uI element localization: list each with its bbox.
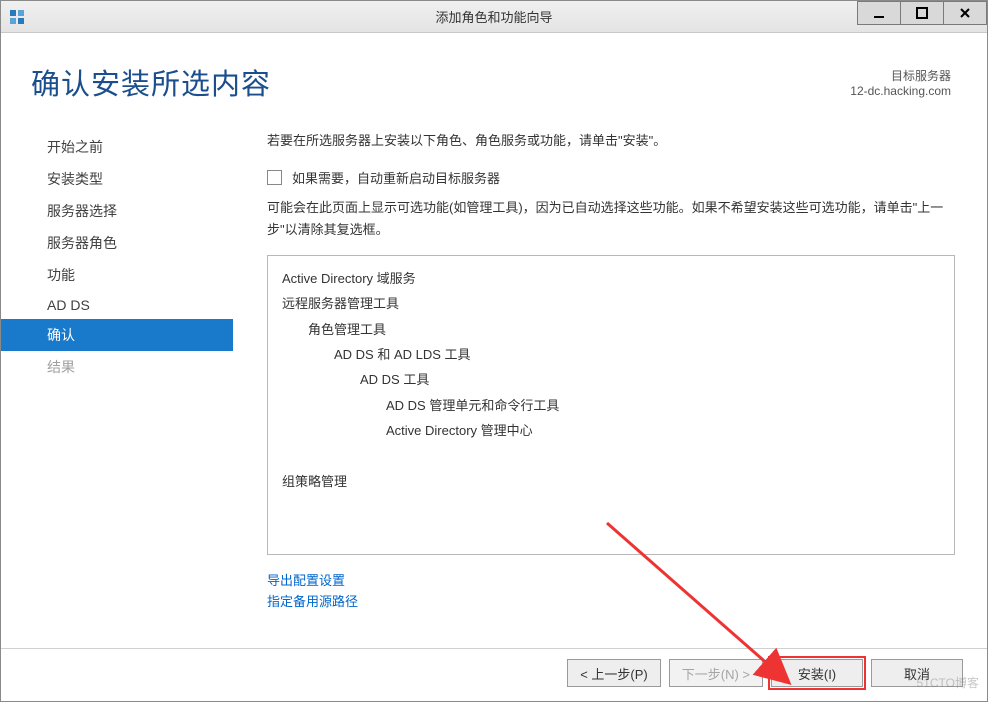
target-label: 目标服务器	[850, 67, 951, 84]
export-config-link[interactable]: 导出配置设置	[267, 573, 345, 588]
sidebar-item-confirmation[interactable]: 确认	[1, 319, 233, 351]
sidebar-item-server-roles[interactable]: 服务器角色	[1, 227, 233, 259]
minimize-button[interactable]	[857, 1, 901, 25]
list-item: AD DS 工具	[282, 367, 940, 392]
list-item: 角色管理工具	[282, 317, 940, 342]
install-button[interactable]: 安装(I)	[771, 659, 863, 687]
window-title: 添加角色和功能向导	[1, 7, 987, 26]
list-item: Active Directory 管理中心	[282, 418, 940, 443]
close-button[interactable]	[943, 1, 987, 25]
next-button: 下一步(N) >	[669, 659, 763, 687]
list-item: 远程服务器管理工具	[282, 291, 940, 316]
titlebar: 添加角色和功能向导	[1, 1, 987, 33]
sidebar-item-features[interactable]: 功能	[1, 259, 233, 291]
intro-text: 若要在所选服务器上安装以下角色、角色服务或功能，请单击"安装"。	[267, 131, 955, 152]
sidebar-item-adds[interactable]: AD DS	[1, 291, 233, 319]
list-item: Active Directory 域服务	[282, 266, 940, 291]
auto-restart-label: 如果需要，自动重新启动目标服务器	[292, 168, 500, 187]
wizard-sidebar: 开始之前 安装类型 服务器选择 服务器角色 功能 AD DS 确认 结果	[1, 131, 233, 648]
list-item	[282, 443, 940, 468]
sidebar-item-server-selection[interactable]: 服务器选择	[1, 195, 233, 227]
sidebar-item-installation-type[interactable]: 安装类型	[1, 163, 233, 195]
sidebar-item-results: 结果	[1, 351, 233, 383]
sidebar-item-before-you-begin[interactable]: 开始之前	[1, 131, 233, 163]
wizard-footer: < 上一步(P) 下一步(N) > 安装(I) 取消	[1, 648, 987, 701]
note-text: 可能会在此页面上显示可选功能(如管理工具)，因为已自动选择这些功能。如果不希望安…	[267, 197, 955, 241]
list-item: AD DS 管理单元和命令行工具	[282, 393, 940, 418]
previous-button[interactable]: < 上一步(P)	[567, 659, 661, 687]
app-icon	[9, 9, 25, 25]
list-item: 组策略管理	[282, 469, 940, 494]
install-list: Active Directory 域服务 远程服务器管理工具 角色管理工具 AD…	[267, 255, 955, 555]
auto-restart-checkbox[interactable]	[267, 170, 282, 185]
alt-source-link[interactable]: 指定备用源路径	[267, 594, 358, 609]
target-value: 12-dc.hacking.com	[850, 84, 951, 98]
cancel-button[interactable]: 取消	[871, 659, 963, 687]
list-item: AD DS 和 AD LDS 工具	[282, 342, 940, 367]
maximize-button[interactable]	[900, 1, 944, 25]
page-title: 确认安装所选内容	[31, 61, 271, 103]
target-server-block: 目标服务器 12-dc.hacking.com	[850, 61, 951, 98]
